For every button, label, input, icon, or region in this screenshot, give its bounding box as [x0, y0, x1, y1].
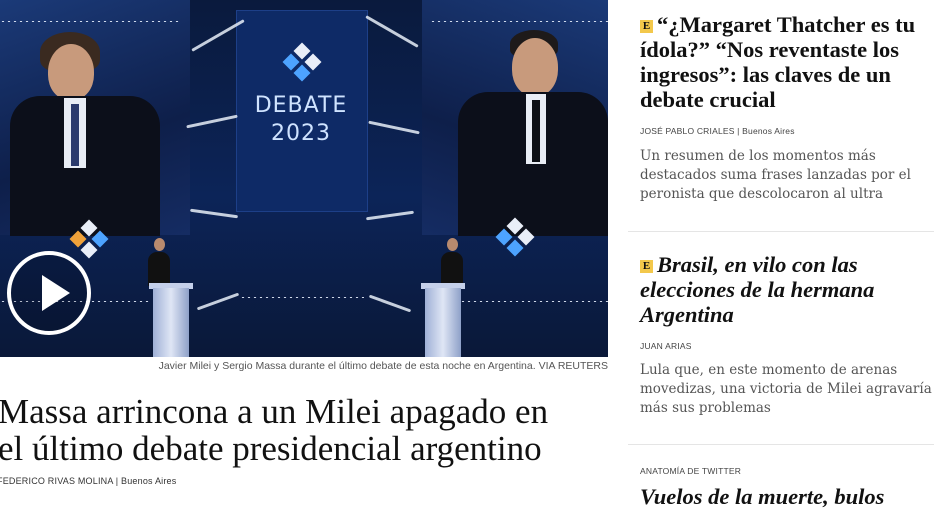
candidate-face — [512, 38, 558, 96]
sidebar-article-2-author[interactable]: JUAN ARIAS — [640, 341, 934, 351]
led-dot-strip — [0, 20, 180, 23]
premium-e-badge-icon: E — [640, 20, 653, 33]
play-button[interactable] — [7, 251, 91, 335]
main-headline[interactable]: Massa arrincona a un Milei apagado en el… — [0, 393, 618, 467]
stage-light-streak — [190, 208, 238, 219]
candidate-on-stage-head — [154, 238, 165, 251]
divider — [628, 444, 934, 445]
stage-light-streak — [368, 120, 420, 135]
candidate-on-stage — [148, 252, 170, 286]
play-icon — [42, 275, 70, 311]
debate-logo-text: DEBATE 2023 — [236, 92, 366, 148]
main-headline-line1: Massa arrincona a un Milei apagado en — [0, 392, 549, 431]
sidebar-article-1-location: Buenos Aires — [742, 126, 795, 136]
image-caption: Javier Milei y Sergio Massa durante el ú… — [158, 360, 608, 372]
debate-logo-line1: DEBATE — [254, 93, 348, 118]
debate-logo-diamond-icon — [495, 217, 535, 257]
stage-light-streak — [366, 210, 414, 221]
premium-e-badge-icon: E — [640, 260, 653, 273]
sidebar-article-2-title-text: Brasil, en vilo con las elecciones de la… — [640, 252, 875, 327]
main-location: Buenos Aires — [121, 476, 177, 486]
led-dot-strip — [240, 296, 364, 299]
sidebar-article-2-description: Lula que, en este momento de arenas move… — [640, 362, 932, 416]
led-dot-strip — [430, 20, 608, 23]
sidebar-article-1-description: Un resumen de los momentos más destacado… — [640, 148, 911, 202]
divider — [628, 231, 934, 232]
debate-logo-diamond-icon — [69, 219, 109, 259]
main-author-link[interactable]: FEDERICO RIVAS MOLINA — [0, 476, 113, 486]
sidebar-article-1-title[interactable]: E “¿Margaret Thatcher es tu ídola?” “Nos … — [640, 12, 934, 112]
candidate-on-stage — [441, 252, 463, 286]
stage-light-streak — [186, 114, 238, 129]
sidebar-article-1-title-text: “¿Margaret Thatcher es tu ídola?” “Nos r… — [640, 12, 916, 112]
led-dot-strip — [460, 300, 608, 303]
hero-video[interactable]: DEBATE 2023 — [0, 0, 608, 357]
sidebar-article-2-title[interactable]: E Brasil, en vilo con las elecciones de l… — [640, 252, 934, 327]
debate-logo-line2: 2023 — [271, 121, 331, 146]
main-byline: FEDERICO RIVAS MOLINA | Buenos Aires — [0, 476, 176, 486]
debate-logo-diamond-icon — [282, 42, 322, 82]
sidebar-article-1-byline: JOSÉ PABLO CRIALES | Buenos Aires — [640, 126, 795, 136]
stage-light-streak — [368, 294, 412, 313]
sidebar-article-3-title[interactable]: Vuelos de la muerte, bulos — [640, 484, 934, 509]
sidebar-article-1-author[interactable]: JOSÉ PABLO CRIALES — [640, 126, 735, 136]
sidebar-article-3-section[interactable]: ANATOMÍA DE TWITTER — [640, 466, 934, 476]
podium — [153, 288, 189, 357]
candidate-tie — [532, 100, 540, 162]
podium — [425, 288, 461, 357]
right-screen-backdrop — [422, 0, 608, 257]
left-screen-backdrop — [0, 0, 190, 236]
main-headline-line2: el último debate presidencial argentino — [0, 429, 542, 468]
stage-light-streak — [365, 15, 419, 48]
candidate-face — [48, 44, 94, 100]
candidate-tie — [71, 104, 79, 166]
stage-light-streak — [196, 292, 240, 311]
candidate-on-stage-head — [447, 238, 458, 251]
